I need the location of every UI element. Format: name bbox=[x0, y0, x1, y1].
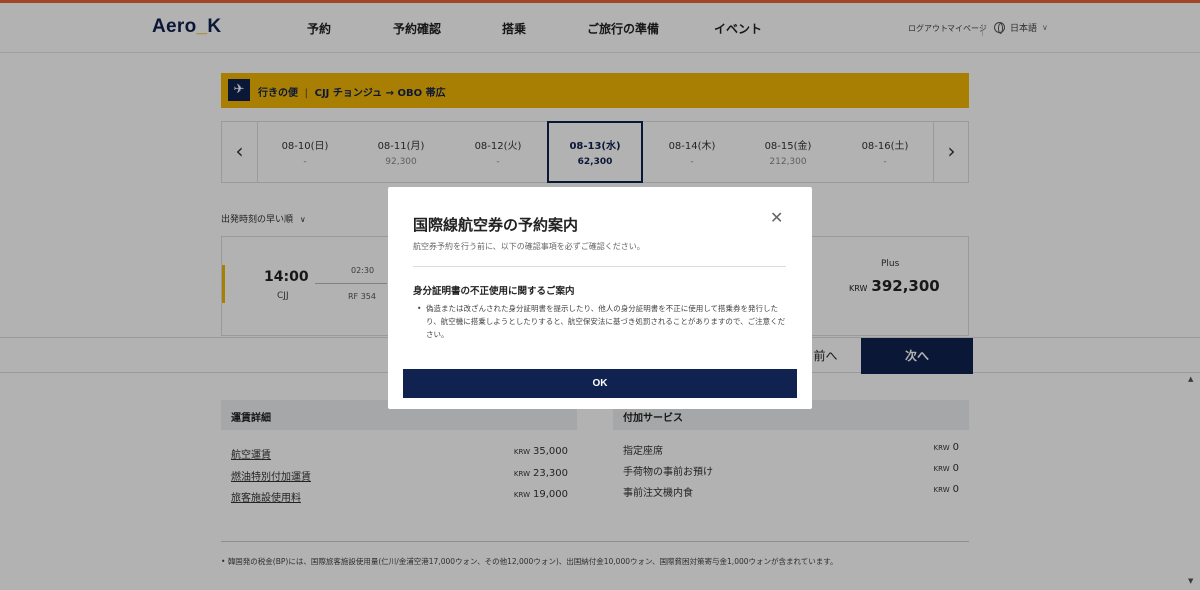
bullet: • bbox=[417, 304, 422, 313]
booking-notice-modal: 国際線航空券の予約案内 ✕ 航空券予約を行う前に、以下の確認事項を必ずご確認くだ… bbox=[388, 187, 812, 409]
modal-body-text: 偽造または改ざんされた身分証明書を提示したり、他人の身分証明書を不正に使用して搭… bbox=[426, 304, 786, 339]
close-icon[interactable]: ✕ bbox=[770, 210, 783, 226]
modal-subtitle: 航空券予約を行う前に、以下の確認事項を必ずご確認ください。 bbox=[413, 242, 645, 251]
modal-section-title: 身分証明書の不正使用に関するご案内 bbox=[413, 286, 575, 297]
modal-divider bbox=[413, 266, 786, 267]
ok-button[interactable]: OK bbox=[403, 369, 797, 398]
modal-title: 国際線航空券の予約案内 bbox=[413, 216, 579, 234]
